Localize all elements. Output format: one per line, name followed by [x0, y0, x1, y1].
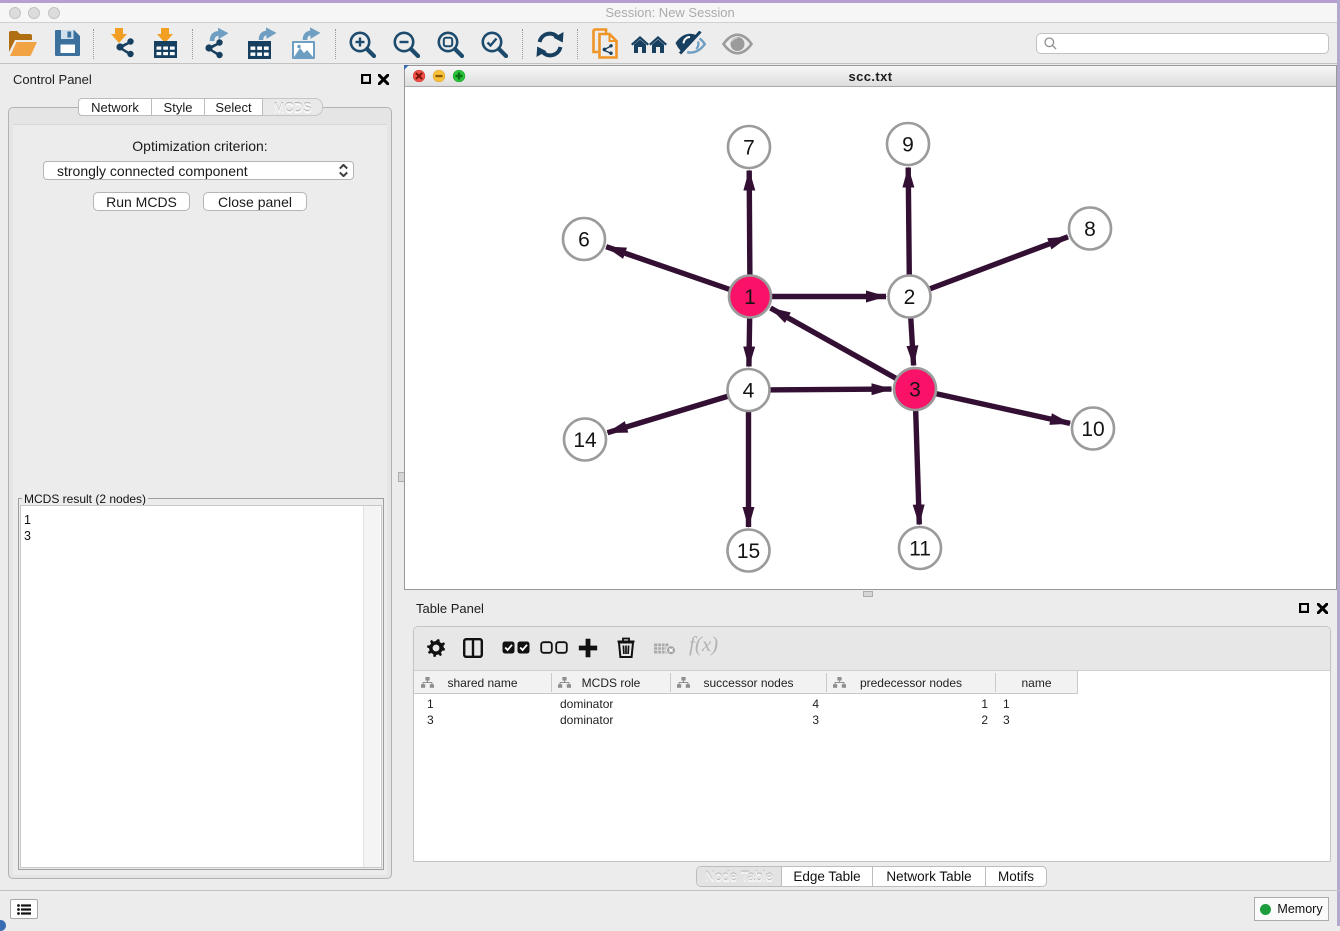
- svg-text:9: 9: [902, 134, 914, 157]
- svg-text:6: 6: [578, 229, 590, 252]
- svg-text:15: 15: [737, 540, 760, 563]
- svg-text:1: 1: [744, 286, 756, 309]
- svg-text:2: 2: [904, 286, 916, 309]
- svg-text:8: 8: [1084, 218, 1096, 241]
- svg-text:14: 14: [573, 429, 597, 452]
- svg-text:11: 11: [909, 538, 931, 561]
- svg-text:10: 10: [1081, 418, 1104, 441]
- svg-text:7: 7: [743, 137, 755, 160]
- svg-text:3: 3: [909, 379, 921, 402]
- svg-text:4: 4: [743, 380, 755, 403]
